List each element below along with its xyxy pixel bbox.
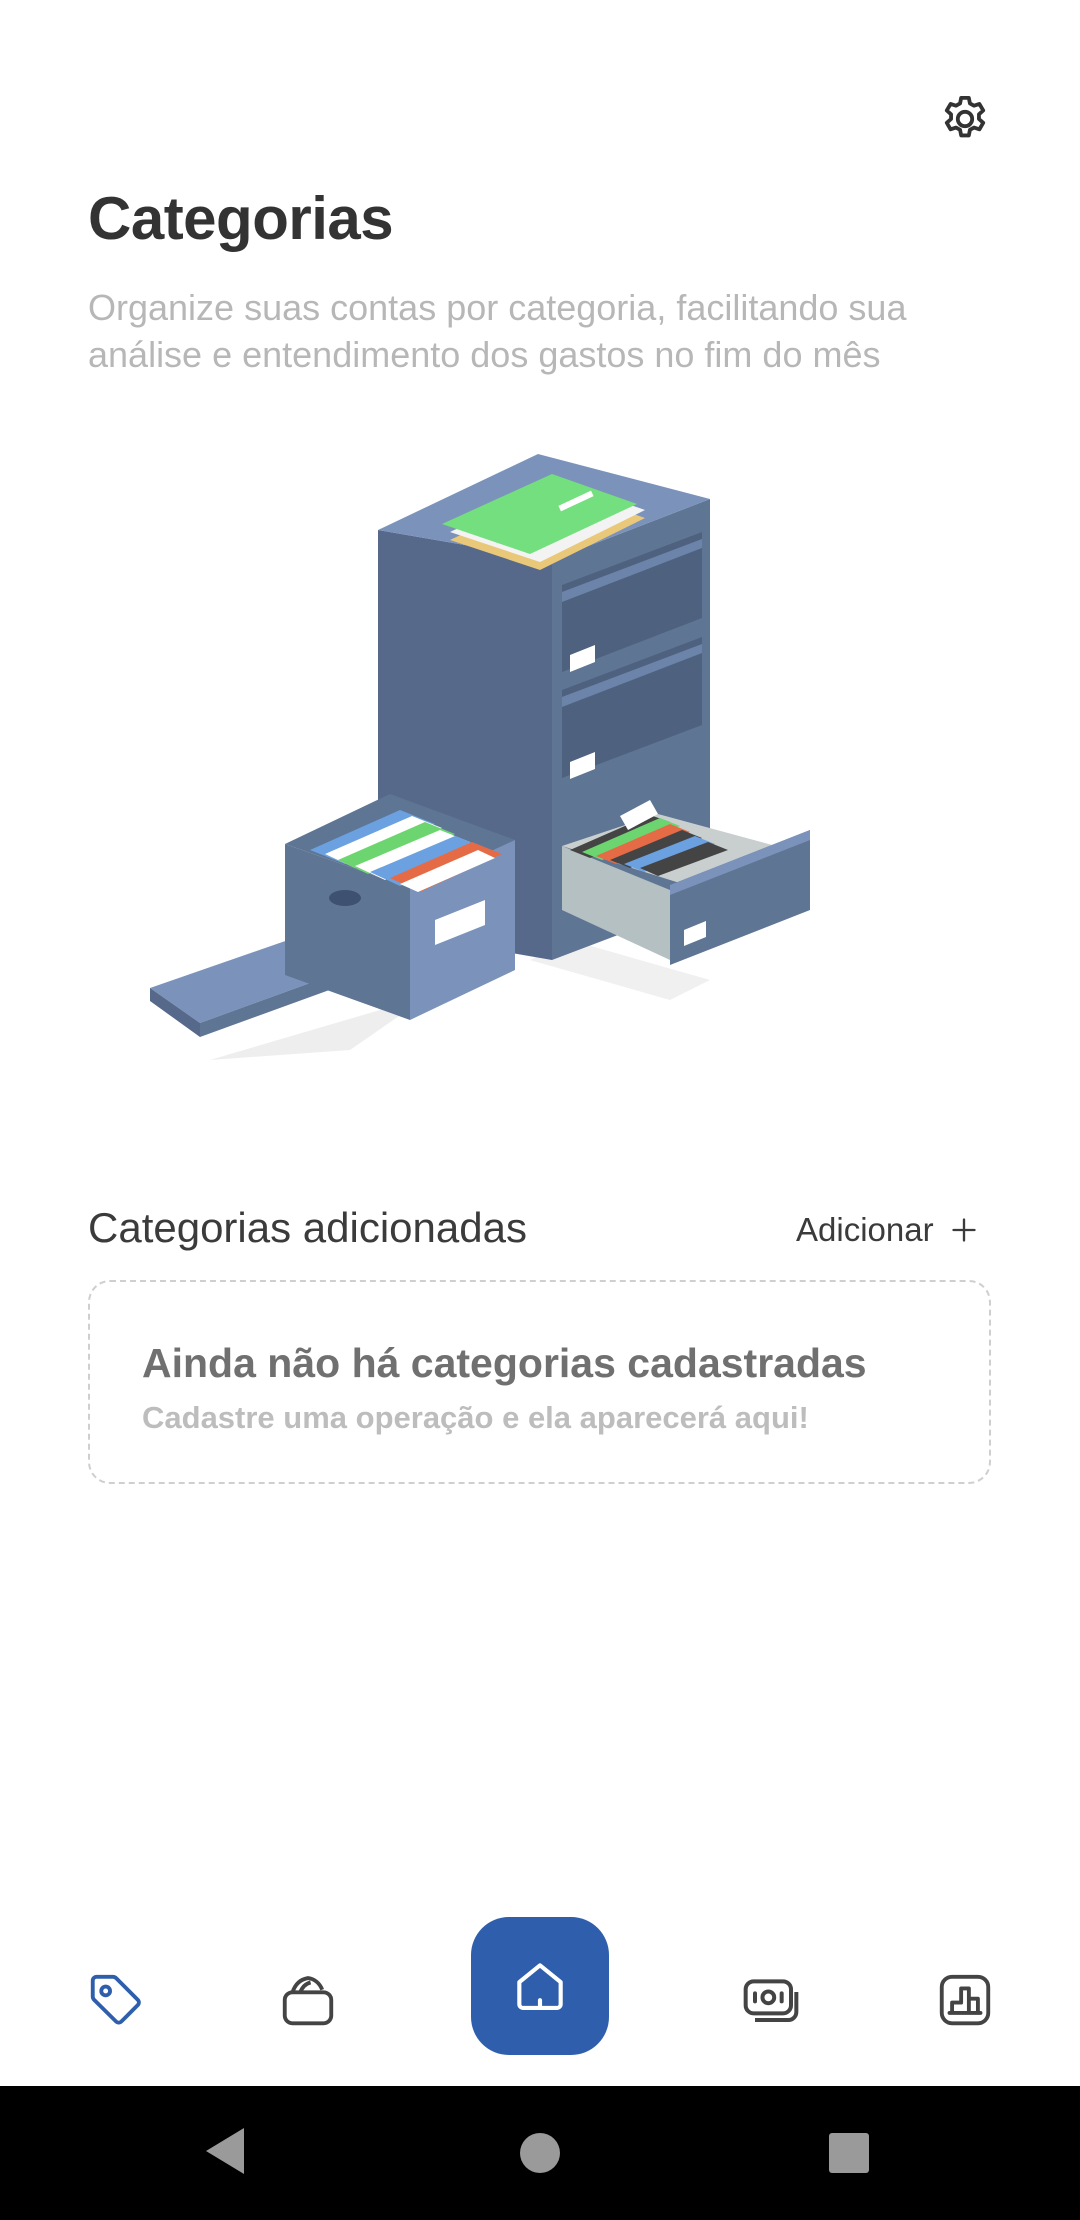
gear-icon bbox=[944, 95, 986, 138]
nav-wallet[interactable] bbox=[268, 1960, 348, 2040]
tag-icon bbox=[90, 1974, 141, 2025]
section-title: Categorias adicionadas bbox=[88, 1204, 527, 1251]
nav-reports[interactable] bbox=[925, 1960, 1005, 2040]
money-icon bbox=[743, 1979, 799, 2022]
home-icon bbox=[517, 1963, 563, 2011]
settings-button[interactable] bbox=[936, 90, 994, 148]
add-label: Adicionar bbox=[796, 1211, 934, 1248]
empty-state-title: Ainda não há categorias cadastradas bbox=[142, 1340, 867, 1386]
page-subtitle: Organize suas contas por categoria, faci… bbox=[88, 287, 907, 375]
wallet-icon bbox=[282, 1976, 334, 2026]
system-navigation-bar bbox=[0, 2086, 1080, 2220]
nav-home[interactable] bbox=[471, 1917, 609, 2055]
recents-icon[interactable] bbox=[827, 2131, 871, 2175]
back-icon[interactable] bbox=[204, 2126, 248, 2176]
home-circle-icon[interactable] bbox=[518, 2131, 562, 2175]
empty-state-description: Cadastre uma operação e ela aparecerá aq… bbox=[142, 1400, 809, 1435]
add-category-button[interactable]: Adicionar bbox=[796, 1204, 978, 1256]
file-cabinet-illustration bbox=[150, 454, 810, 1060]
empty-state-card: Ainda não há categorias cadastradas Cada… bbox=[88, 1280, 991, 1484]
bottom-navigation bbox=[0, 1900, 1080, 2086]
page-title: Categorias bbox=[88, 185, 394, 252]
nav-money[interactable] bbox=[731, 1960, 811, 2040]
bar-chart-icon bbox=[939, 1974, 991, 2026]
plus-icon bbox=[951, 1218, 976, 1242]
nav-categories[interactable] bbox=[76, 1960, 156, 2040]
